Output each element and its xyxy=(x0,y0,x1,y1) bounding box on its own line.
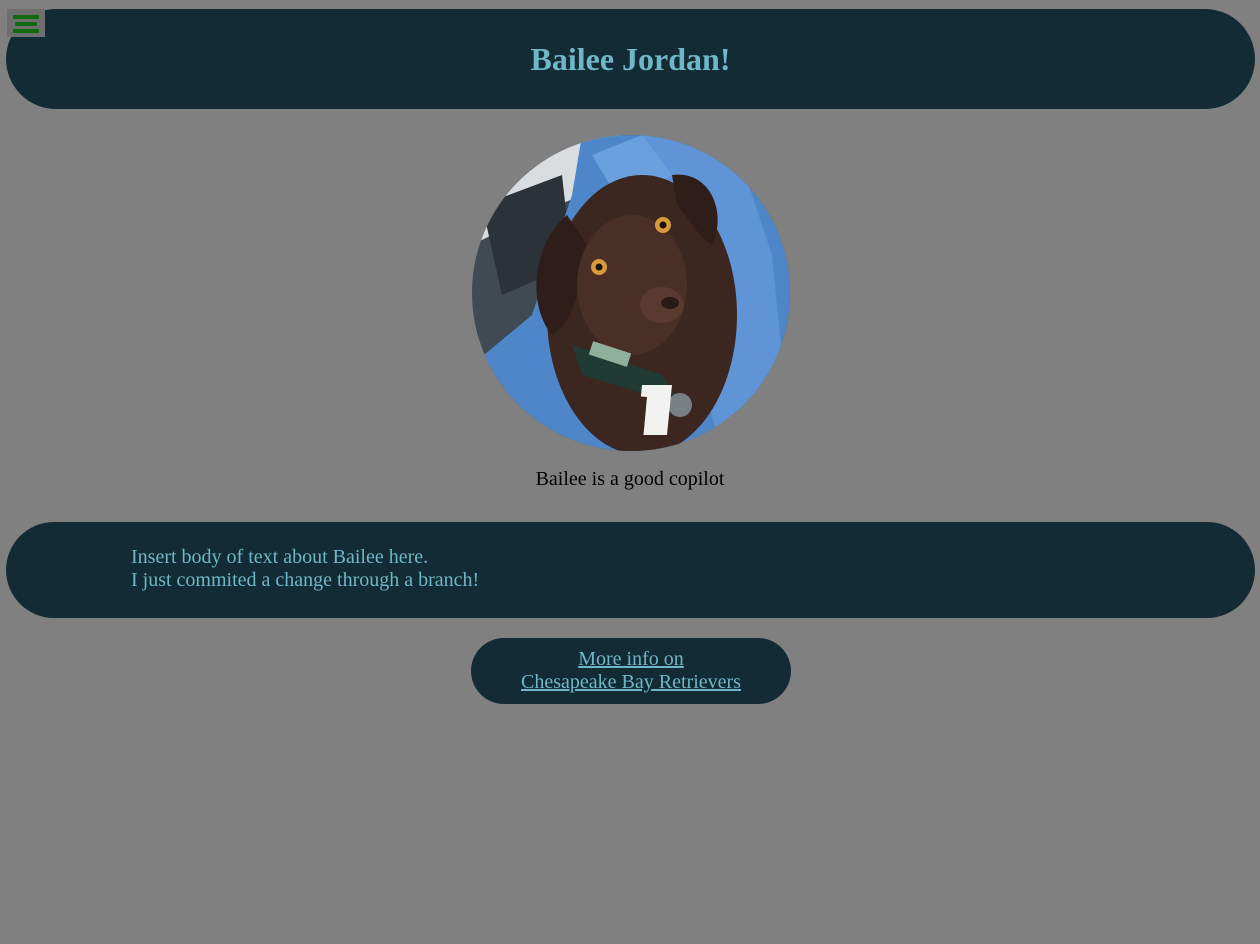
more-info-panel: More info on Chesapeake Bay Retrievers xyxy=(471,638,791,704)
body-line: I just commited a change through a branc… xyxy=(131,569,480,591)
page-title: Bailee Jordan! xyxy=(530,40,731,77)
hamburger-menu-icon[interactable] xyxy=(7,9,45,37)
menu-bar-bottom xyxy=(13,29,39,33)
page-header: Bailee Jordan! xyxy=(6,9,1255,109)
link-line: More info on xyxy=(578,648,684,670)
body-text: Insert body of text about Bailee here. I… xyxy=(131,546,479,592)
link-line: Chesapeake Bay Retrievers xyxy=(521,671,741,693)
body-panel: Insert body of text about Bailee here. I… xyxy=(6,522,1255,618)
menu-bar-middle xyxy=(15,22,37,26)
menu-bar-top xyxy=(13,15,39,19)
dog-photo xyxy=(472,135,790,451)
body-line: Insert body of text about Bailee here. xyxy=(131,546,429,568)
photo-caption: Bailee is a good copilot xyxy=(535,468,725,490)
more-info-link[interactable]: More info on Chesapeake Bay Retrievers xyxy=(521,648,741,694)
